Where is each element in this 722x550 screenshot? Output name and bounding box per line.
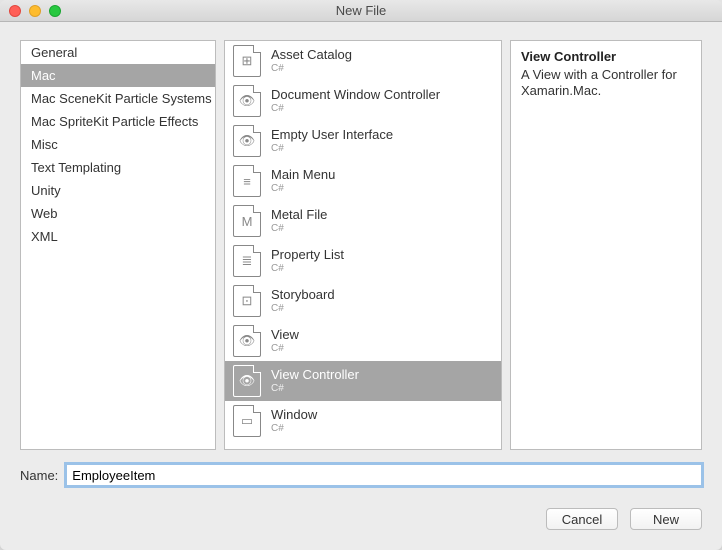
category-item[interactable]: Unity: [21, 179, 215, 202]
panels: GeneralMacMac SceneKit Particle SystemsM…: [20, 40, 702, 450]
template-item[interactable]: M Metal FileC#: [225, 201, 501, 241]
template-subtype: C#: [271, 303, 335, 315]
new-button[interactable]: New: [630, 508, 702, 530]
template-name: Window: [271, 408, 317, 423]
name-row: Name:: [20, 464, 702, 486]
category-item[interactable]: Misc: [21, 133, 215, 156]
file-icon: ≡: [233, 165, 261, 197]
file-icon: M: [233, 205, 261, 237]
name-input[interactable]: [66, 464, 702, 486]
template-name: Main Menu: [271, 168, 335, 183]
template-subtype: C#: [271, 183, 335, 195]
template-name: Metal File: [271, 208, 327, 223]
template-subtype: C#: [271, 143, 393, 155]
template-item[interactable]: 👁 Document Window ControllerC#: [225, 81, 501, 121]
category-item[interactable]: Web: [21, 202, 215, 225]
template-item[interactable]: ⊞ Asset CatalogC#: [225, 41, 501, 81]
description-body: A View with a Controller for Xamarin.Mac…: [521, 67, 691, 100]
category-item[interactable]: Mac: [21, 64, 215, 87]
zoom-icon[interactable]: [49, 5, 61, 17]
template-item[interactable]: ≣ Property ListC#: [225, 241, 501, 281]
template-name: Empty User Interface: [271, 128, 393, 143]
category-item[interactable]: XML: [21, 225, 215, 248]
template-name: Storyboard: [271, 288, 335, 303]
template-subtype: C#: [271, 223, 327, 235]
description-pane: View Controller A View with a Controller…: [510, 40, 702, 450]
template-item[interactable]: ≡ Main MenuC#: [225, 161, 501, 201]
dialog-window: New File GeneralMacMac SceneKit Particle…: [0, 0, 722, 550]
template-subtype: C#: [271, 63, 352, 75]
template-subtype: C#: [271, 103, 440, 115]
category-item[interactable]: Mac SceneKit Particle Systems: [21, 87, 215, 110]
template-subtype: C#: [271, 343, 299, 355]
file-icon: ⊡: [233, 285, 261, 317]
window-title: New File: [0, 3, 722, 18]
template-name: Asset Catalog: [271, 48, 352, 63]
template-name: Document Window Controller: [271, 88, 440, 103]
category-item[interactable]: Text Templating: [21, 156, 215, 179]
file-icon: ⊞: [233, 45, 261, 77]
template-item[interactable]: ⊡ StoryboardC#: [225, 281, 501, 321]
template-subtype: C#: [271, 423, 317, 435]
button-row: Cancel New: [20, 508, 702, 530]
template-name: View: [271, 328, 299, 343]
file-icon: ▭: [233, 405, 261, 437]
dialog-body: GeneralMacMac SceneKit Particle SystemsM…: [0, 22, 722, 550]
description-title: View Controller: [521, 49, 691, 64]
category-item[interactable]: Mac SpriteKit Particle Effects: [21, 110, 215, 133]
traffic-lights: [9, 5, 61, 17]
template-list[interactable]: ⊞Asset CatalogC#👁Document Window Control…: [224, 40, 502, 450]
template-item[interactable]: 👁 ViewC#: [225, 321, 501, 361]
template-item[interactable]: 👁 Empty User InterfaceC#: [225, 121, 501, 161]
file-icon: 👁: [233, 125, 261, 157]
template-item[interactable]: ▭ WindowC#: [225, 401, 501, 441]
file-icon: 👁: [233, 325, 261, 357]
template-item[interactable]: 👁 View ControllerC#: [225, 361, 501, 401]
template-name: Property List: [271, 248, 344, 263]
file-icon: 👁: [233, 85, 261, 117]
cancel-button[interactable]: Cancel: [546, 508, 618, 530]
file-icon: 👁: [233, 365, 261, 397]
template-subtype: C#: [271, 263, 344, 275]
template-name: View Controller: [271, 368, 359, 383]
titlebar: New File: [0, 0, 722, 22]
close-icon[interactable]: [9, 5, 21, 17]
file-icon: ≣: [233, 245, 261, 277]
category-item[interactable]: General: [21, 41, 215, 64]
template-subtype: C#: [271, 383, 359, 395]
name-label: Name:: [20, 468, 58, 483]
minimize-icon[interactable]: [29, 5, 41, 17]
category-list[interactable]: GeneralMacMac SceneKit Particle SystemsM…: [20, 40, 216, 450]
